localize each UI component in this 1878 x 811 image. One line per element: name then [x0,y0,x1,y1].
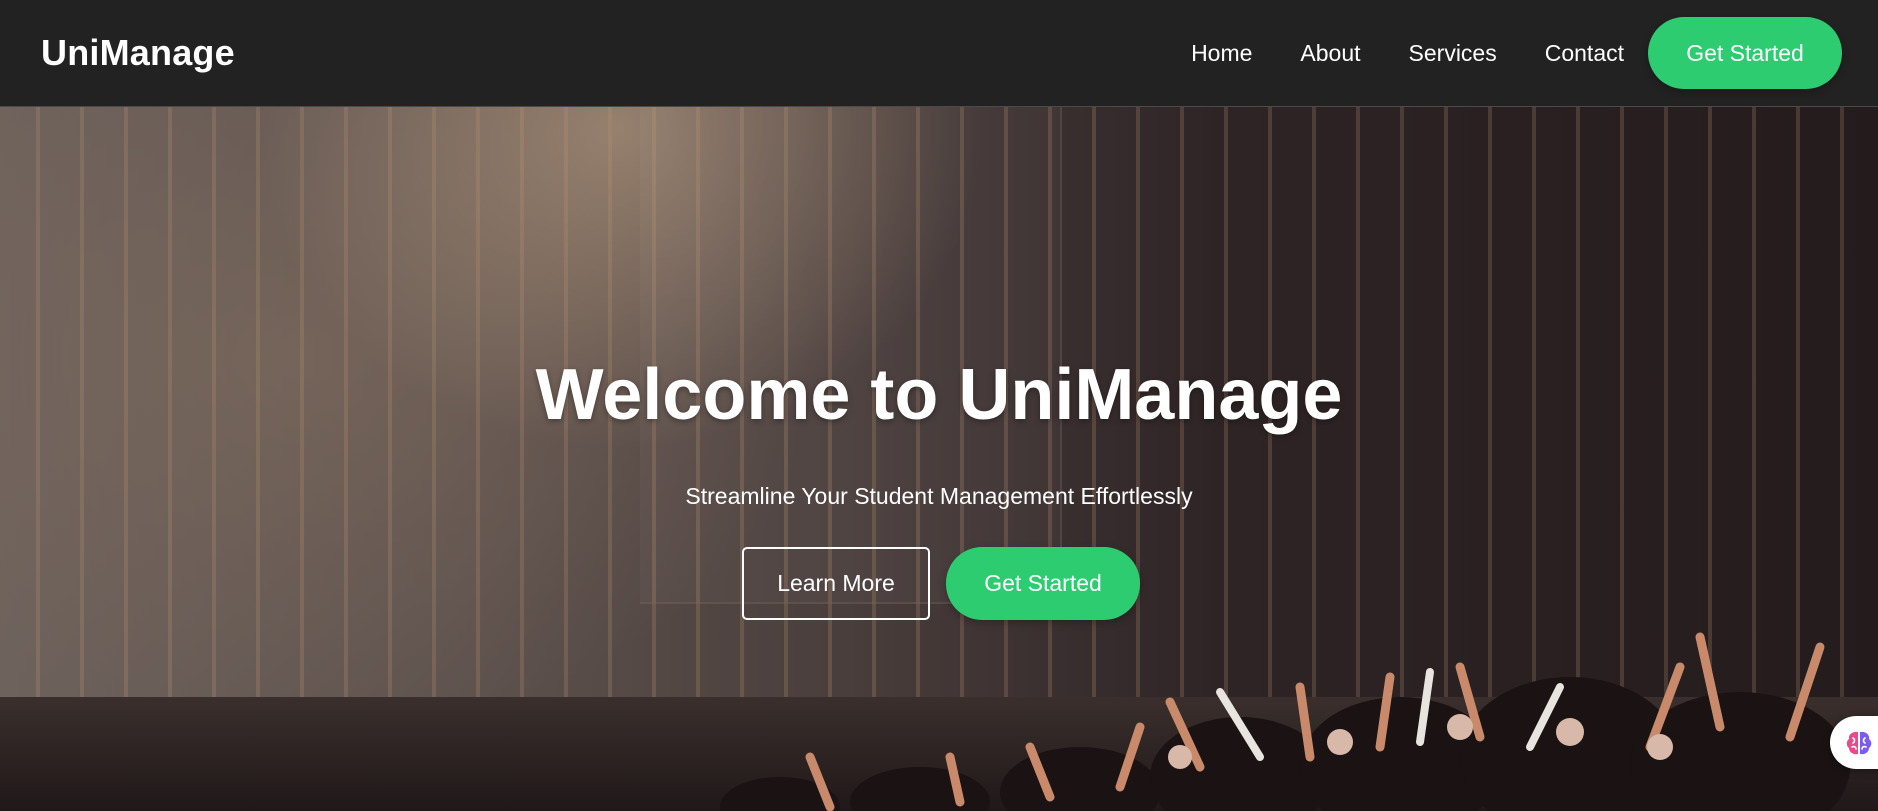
crowd-silhouette [720,632,1850,811]
hero-section: Welcome to UniManage Streamline Your Stu… [0,107,1878,811]
brand-logo[interactable]: UniManage [41,32,235,74]
nav-link-services[interactable]: Services [1409,40,1497,67]
hero-get-started-button[interactable]: Get Started [946,547,1140,620]
learn-more-button[interactable]: Learn More [742,547,930,620]
hero-buttons: Learn More Get Started [742,547,1140,620]
top-navbar: UniManage Home About Services Contact Ge… [0,0,1878,107]
floating-assistant-button[interactable] [1830,716,1878,769]
brain-icon [1846,731,1872,754]
nav-get-started-button[interactable]: Get Started [1648,17,1842,89]
nav-link-contact[interactable]: Contact [1545,40,1624,67]
nav-link-home[interactable]: Home [1191,40,1252,67]
nav-link-about[interactable]: About [1300,40,1360,67]
nav-links: Home About Services Contact Get Started [1191,17,1842,89]
hero-title: Welcome to UniManage [535,355,1343,435]
hero-subtitle: Streamline Your Student Management Effor… [685,483,1193,509]
